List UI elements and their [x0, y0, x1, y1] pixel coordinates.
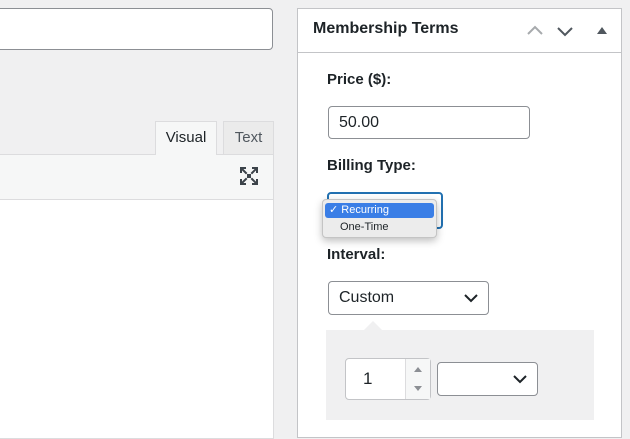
custom-panel-pointer: [364, 321, 382, 330]
tab-text[interactable]: Text: [223, 121, 274, 154]
editor-content-area[interactable]: [0, 199, 274, 439]
billing-type-dropdown: ✓ Recurring One-Time: [322, 199, 437, 238]
move-down-icon[interactable]: [556, 22, 574, 40]
billing-type-label: Billing Type:: [327, 157, 416, 174]
interval-select-value: Custom: [339, 289, 395, 306]
interval-label: Interval:: [327, 246, 386, 263]
post-title-input[interactable]: [0, 8, 273, 50]
collapse-toggle-icon[interactable]: [593, 22, 611, 40]
editor-toolbar: [0, 154, 274, 200]
move-up-icon[interactable]: [526, 22, 544, 40]
fullscreen-icon[interactable]: [240, 167, 258, 185]
billing-option-recurring[interactable]: ✓ Recurring: [325, 203, 434, 218]
chevron-down-icon: [464, 294, 478, 303]
billing-option-one-time[interactable]: One-Time: [325, 220, 434, 235]
price-label: Price ($):: [327, 71, 392, 88]
price-input[interactable]: 50.00: [328, 106, 530, 139]
metabox-title: Membership Terms: [313, 20, 459, 37]
interval-count-stepper[interactable]: [405, 359, 430, 399]
stepper-down-icon[interactable]: [413, 385, 423, 393]
chevron-down-icon: [513, 375, 527, 384]
stepper-up-icon[interactable]: [413, 365, 423, 373]
tab-visual[interactable]: Visual: [155, 121, 217, 155]
